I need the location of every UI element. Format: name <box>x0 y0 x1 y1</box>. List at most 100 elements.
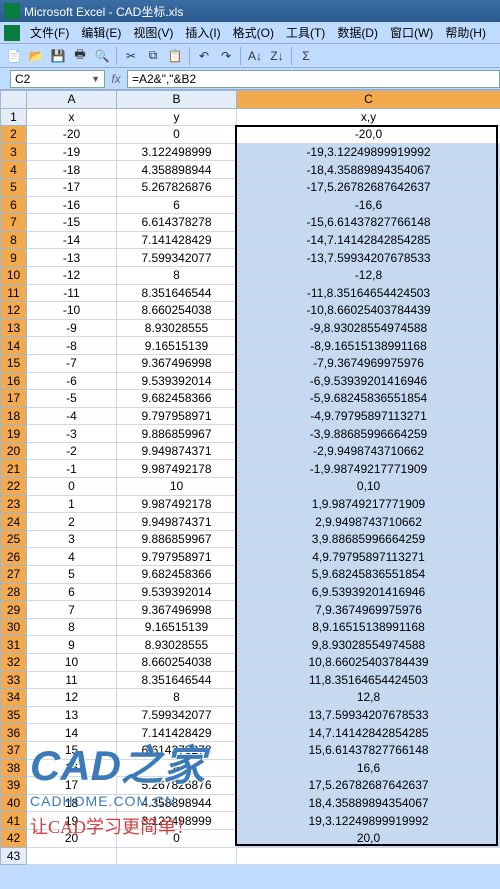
cut-icon[interactable]: ✂ <box>121 46 141 66</box>
menu-insert[interactable]: 插入(I) <box>179 24 226 41</box>
cell[interactable]: -17,5.26782687642637 <box>237 178 500 196</box>
row-header[interactable]: 24 <box>1 513 27 531</box>
cell[interactable]: -12 <box>27 266 117 284</box>
cell[interactable]: 8 <box>117 689 237 707</box>
row-header[interactable]: 28 <box>1 583 27 601</box>
cell[interactable]: 8.660254038 <box>117 302 237 320</box>
cell[interactable]: -1,9.98749217771909 <box>237 460 500 478</box>
cell[interactable]: 6.614378278 <box>117 214 237 232</box>
row-header[interactable]: 21 <box>1 460 27 478</box>
row-header[interactable]: 5 <box>1 178 27 196</box>
cell[interactable]: -19 <box>27 143 117 161</box>
cell[interactable]: 8.660254038 <box>117 654 237 672</box>
cell[interactable]: 16 <box>27 759 117 777</box>
cell[interactable]: 4.358898944 <box>117 794 237 812</box>
cell[interactable]: 14 <box>27 724 117 742</box>
cell[interactable]: 0,10 <box>237 478 500 496</box>
row-header[interactable]: 35 <box>1 706 27 724</box>
cell[interactable]: -7 <box>27 354 117 372</box>
cell[interactable]: -15 <box>27 214 117 232</box>
cell[interactable]: 8,9.16515138991168 <box>237 618 500 636</box>
row-header[interactable]: 20 <box>1 442 27 460</box>
cell[interactable]: -9 <box>27 319 117 337</box>
undo-icon[interactable]: ↶ <box>194 46 214 66</box>
cell[interactable]: 2,9.9498743710662 <box>237 513 500 531</box>
cell[interactable]: 9.367496998 <box>117 354 237 372</box>
cell[interactable]: 9.949874371 <box>117 513 237 531</box>
cell[interactable]: -18 <box>27 161 117 179</box>
cell[interactable]: 5,9.68245836551854 <box>237 566 500 584</box>
name-box[interactable]: C2 ▼ <box>10 70 105 88</box>
col-header-A[interactable]: A <box>27 91 117 109</box>
row-header[interactable]: 8 <box>1 231 27 249</box>
cell[interactable]: 5.267826876 <box>117 178 237 196</box>
cell[interactable]: 9,8.93028554974588 <box>237 636 500 654</box>
cell[interactable]: 8.93028555 <box>117 319 237 337</box>
row-header[interactable]: 43 <box>1 847 27 865</box>
cell[interactable]: 12 <box>27 689 117 707</box>
row-header[interactable]: 36 <box>1 724 27 742</box>
cell[interactable]: 9.682458366 <box>117 390 237 408</box>
row-header[interactable]: 38 <box>1 759 27 777</box>
sort-desc-icon[interactable]: Z↓ <box>267 46 287 66</box>
formula-input[interactable]: =A2&","&B2 <box>127 70 500 88</box>
redo-icon[interactable]: ↷ <box>216 46 236 66</box>
row-header[interactable]: 25 <box>1 530 27 548</box>
cell[interactable]: -14,7.14142842854285 <box>237 231 500 249</box>
row-header[interactable]: 6 <box>1 196 27 214</box>
cell[interactable]: 5 <box>27 566 117 584</box>
row-header[interactable]: 26 <box>1 548 27 566</box>
cell[interactable]: 9.539392014 <box>117 583 237 601</box>
row-header[interactable]: 41 <box>1 812 27 830</box>
cell[interactable] <box>117 847 237 865</box>
cell[interactable]: x,y <box>237 108 500 126</box>
cell[interactable]: 6 <box>27 583 117 601</box>
cell[interactable]: 8 <box>117 266 237 284</box>
cell[interactable]: 9.367496998 <box>117 601 237 619</box>
row-header[interactable]: 19 <box>1 425 27 443</box>
cell[interactable]: x <box>27 108 117 126</box>
cell[interactable]: -6,9.53939201416946 <box>237 372 500 390</box>
cell[interactable]: 19,3.12249899919992 <box>237 812 500 830</box>
cell[interactable]: -13,7.59934207678533 <box>237 249 500 267</box>
cell[interactable]: -8 <box>27 337 117 355</box>
cell[interactable]: 9.16515139 <box>117 618 237 636</box>
cell[interactable]: -4 <box>27 407 117 425</box>
row-header[interactable]: 22 <box>1 478 27 496</box>
cell[interactable]: -12,8 <box>237 266 500 284</box>
cell[interactable]: -5,9.68245836551854 <box>237 390 500 408</box>
cell[interactable]: 7 <box>27 601 117 619</box>
cell[interactable]: 9.949874371 <box>117 442 237 460</box>
paste-icon[interactable]: 📋 <box>165 46 185 66</box>
cell[interactable]: -11 <box>27 284 117 302</box>
cell[interactable]: 9.797958971 <box>117 548 237 566</box>
menu-edit[interactable]: 编辑(E) <box>75 24 127 41</box>
cell[interactable]: 8 <box>27 618 117 636</box>
row-header[interactable]: 42 <box>1 829 27 847</box>
cell[interactable]: 0 <box>117 126 237 144</box>
row-header[interactable]: 2 <box>1 126 27 144</box>
cell[interactable]: 7.599342077 <box>117 249 237 267</box>
cell[interactable]: -9,8.93028554974588 <box>237 319 500 337</box>
cell[interactable]: 9.16515139 <box>117 337 237 355</box>
cell[interactable]: 0 <box>117 829 237 847</box>
menu-window[interactable]: 窗口(W) <box>384 24 439 41</box>
cell[interactable]: 20,0 <box>237 829 500 847</box>
cell[interactable]: 9.797958971 <box>117 407 237 425</box>
cell[interactable]: -15,6.61437827766148 <box>237 214 500 232</box>
select-all-corner[interactable] <box>1 91 27 109</box>
save-icon[interactable]: 💾 <box>48 46 68 66</box>
cell[interactable]: -1 <box>27 460 117 478</box>
cell[interactable]: -3,9.88685996664259 <box>237 425 500 443</box>
cell[interactable]: 6 <box>117 196 237 214</box>
cell[interactable]: 12,8 <box>237 689 500 707</box>
menu-view[interactable]: 视图(V) <box>127 24 179 41</box>
row-header[interactable]: 13 <box>1 319 27 337</box>
cell[interactable]: 9 <box>27 636 117 654</box>
cell[interactable]: 14,7.14142842854285 <box>237 724 500 742</box>
row-header[interactable]: 17 <box>1 390 27 408</box>
cell[interactable]: 8.93028555 <box>117 636 237 654</box>
row-header[interactable]: 16 <box>1 372 27 390</box>
cell[interactable]: -7,9.3674969975976 <box>237 354 500 372</box>
row-header[interactable]: 34 <box>1 689 27 707</box>
